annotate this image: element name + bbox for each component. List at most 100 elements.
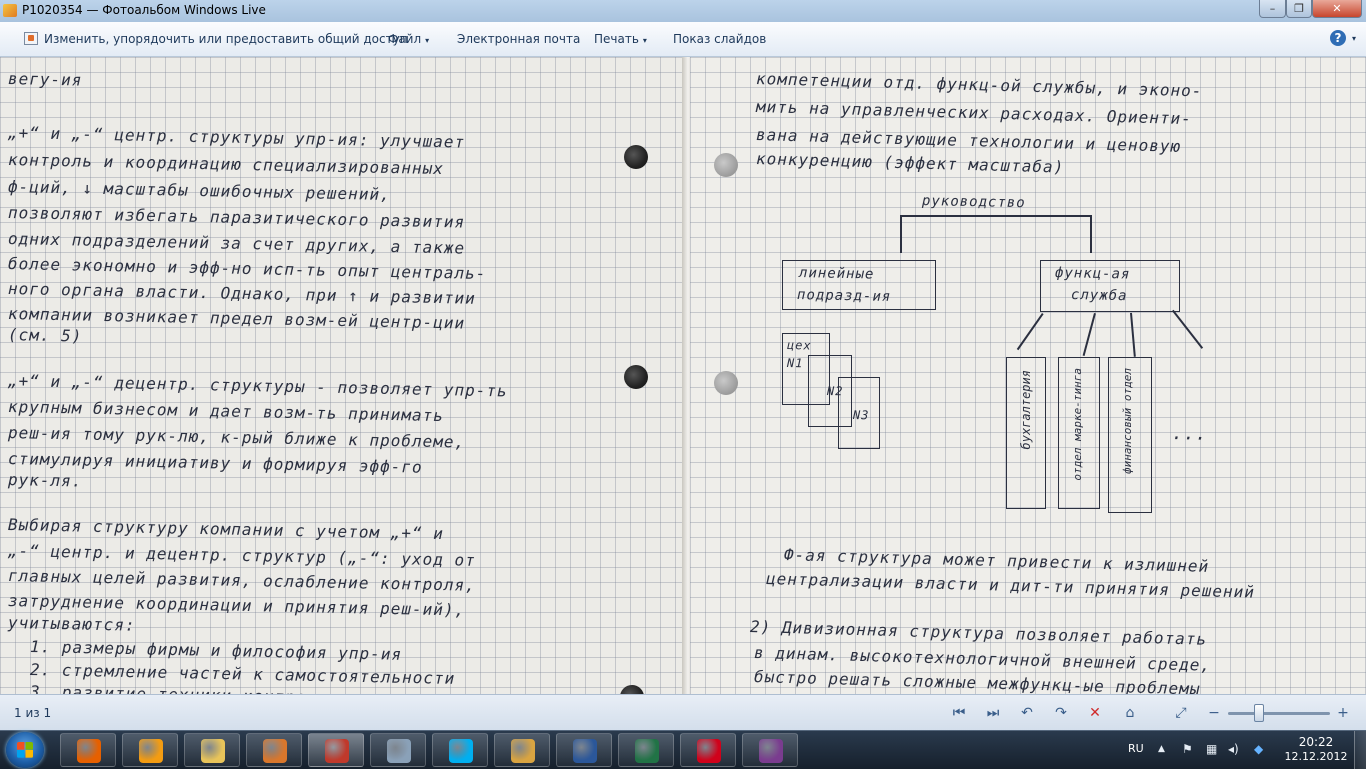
diagram-ellipsis: ...: [1171, 423, 1208, 445]
chevron-down-icon: ▾: [425, 36, 430, 45]
binder-hole: [624, 145, 648, 169]
language-indicator[interactable]: RU: [1128, 742, 1144, 755]
department-column: отдел марке-тинга: [1058, 357, 1100, 509]
taskbar-app-skype[interactable]: [432, 733, 488, 767]
zoom-slider-track[interactable]: [1228, 712, 1330, 715]
handwritten-line: реш-ия тому рук-лю, к-рый ближе к пробле…: [7, 423, 466, 452]
word-icon: [573, 739, 597, 763]
winrar-icon: [759, 739, 783, 763]
zoom-in-icon[interactable]: +: [1334, 704, 1352, 722]
diagram-arrow: [1016, 313, 1044, 350]
diagram-arrow: [1172, 310, 1203, 349]
webcam-app-icon: [387, 739, 411, 763]
clock-date[interactable]: 12.12.2012: [1284, 750, 1348, 763]
file-menu[interactable]: Файл ▾: [388, 32, 429, 46]
chevron-down-icon[interactable]: ▾: [1352, 34, 1356, 43]
help-icon[interactable]: ?: [1330, 30, 1346, 46]
taskbar-app-excel[interactable]: [618, 733, 674, 767]
diagram-arrow: [1082, 313, 1096, 356]
print-menu-label: Печать: [594, 32, 639, 46]
share-button[interactable]: Изменить, упорядочить или предоставить о…: [44, 32, 408, 46]
box-label: N3: [852, 408, 870, 423]
taskbar-app-file-explorer[interactable]: [184, 733, 240, 767]
command-bar: Изменить, упорядочить или предоставить о…: [0, 22, 1366, 57]
taskbar-app-webcam-app[interactable]: [370, 733, 426, 767]
minimize-button[interactable]: –: [1259, 0, 1286, 18]
box-label: линейные: [798, 265, 875, 283]
help-app-icon: [139, 739, 163, 763]
show-hidden-icons[interactable]: ▲: [1158, 744, 1165, 754]
file-menu-label: Файл: [388, 32, 422, 46]
show-desktop-button[interactable]: [1354, 731, 1366, 769]
skype-icon: [449, 739, 473, 763]
volume-icon[interactable]: ◂): [1228, 742, 1239, 756]
handwritten-line: 1. размеры фирмы и философия упр-ия: [29, 637, 403, 664]
diagram-top-label: руководство: [921, 193, 1026, 212]
next-icon[interactable]: ⏭: [984, 704, 1002, 722]
zoom-slider-thumb[interactable]: [1253, 704, 1264, 722]
close-button[interactable]: ✕: [1312, 0, 1362, 18]
functional-service-box: функц-ая служба: [1040, 260, 1180, 312]
department-label: финансовый отдел: [1121, 368, 1134, 474]
notebook-page-left: вегу-ия „+“ и „-“ центр. структуры упр-и…: [0, 57, 684, 694]
handwritten-line: позволяют избегать паразитического разви…: [7, 203, 466, 232]
rotate-left-icon[interactable]: ↶: [1018, 704, 1036, 722]
clock-time[interactable]: 20:22: [1294, 735, 1338, 749]
notebook-page-right: компетенции отд. функц-ой службы, и экон…: [690, 57, 1366, 694]
edit-share-icon: [24, 32, 38, 45]
photo-gallery-icon: [325, 739, 349, 763]
handwritten-line: учитываются:: [7, 613, 136, 635]
department-column: финансовый отдел: [1108, 357, 1152, 513]
viewer-toolbar: 1 из 1 ⏮ ⏭ ↶ ↷ ✕ ⌂ ⤢ − +: [0, 694, 1366, 731]
workshop-box: N3: [838, 377, 880, 449]
box-label: функц-ая: [1054, 265, 1131, 283]
handwritten-line: главных целей развития, ослабление контр…: [7, 566, 476, 595]
taskbar-app-word[interactable]: [556, 733, 612, 767]
taskbar-app-firefox[interactable]: [60, 733, 116, 767]
start-button[interactable]: [6, 732, 44, 768]
media-player-icon: [263, 739, 287, 763]
box-label: служба: [1070, 287, 1128, 305]
action-center-flag-icon[interactable]: ⚑: [1182, 742, 1193, 756]
diagram-connector: [900, 215, 1090, 217]
zoom-out-icon[interactable]: −: [1205, 704, 1223, 722]
taskbar-app-media-player[interactable]: [246, 733, 302, 767]
taskbar-app-media-center[interactable]: [494, 733, 550, 767]
previous-icon[interactable]: ⏮: [950, 704, 968, 722]
handwritten-line: одних подразделений за счет других, а та…: [7, 229, 466, 258]
photo-gallery-icon: [3, 4, 17, 17]
taskbar-app-winrar[interactable]: [742, 733, 798, 767]
taskbar-app-help-app[interactable]: [122, 733, 178, 767]
media-center-icon: [511, 739, 535, 763]
delete-icon[interactable]: ✕: [1086, 704, 1104, 722]
email-button[interactable]: Электронная почта: [457, 32, 580, 46]
line-divisions-box: линейные подразд-ия: [782, 260, 936, 310]
network-icon[interactable]: ▦: [1206, 742, 1217, 756]
dropbox-icon[interactable]: ◆: [1254, 742, 1263, 756]
diagram-arrow: [1130, 312, 1136, 357]
taskbar-app-red-app[interactable]: [680, 733, 736, 767]
photo-viewer[interactable]: вегу-ия „+“ и „-“ центр. структуры упр-и…: [0, 57, 1366, 694]
handwritten-line: „+“ и „-“ децентр. структуры - позволяет…: [7, 371, 508, 401]
department-column: бухгалтерия: [1006, 357, 1046, 509]
fix-photo-icon[interactable]: ⌂: [1121, 704, 1139, 722]
print-menu[interactable]: Печать ▾: [594, 32, 647, 46]
maximize-button[interactable]: ❐: [1286, 0, 1312, 18]
handwritten-line: крупным бизнесом и дает возм-ть принимат…: [7, 397, 445, 426]
diagram-connector: [1090, 215, 1092, 253]
slideshow-button[interactable]: Показ слайдов: [673, 32, 766, 46]
taskbar-app-photo-gallery[interactable]: [308, 733, 364, 767]
handwritten-line: ф-ций, ↓ масштабы ошибочных решений,: [7, 177, 391, 205]
handwritten-line: конкуренцию (эффект масштаба): [755, 149, 1065, 177]
page-counter: 1 из 1: [14, 706, 52, 720]
rotate-right-icon[interactable]: ↷: [1052, 704, 1070, 722]
handwritten-line: (см. 5): [7, 325, 83, 346]
window-title: P1020354 — Фотоальбом Windows Live: [22, 3, 266, 17]
taskbar: RU ▲ ⚑ ▦ ◂) ◆ 20:22 12.12.2012: [0, 730, 1366, 769]
fit-to-window-icon[interactable]: ⤢: [1172, 704, 1190, 722]
box-label: N1: [786, 356, 804, 371]
title-bar: P1020354 — Фотоальбом Windows Live – ❐ ✕: [0, 0, 1366, 23]
handwritten-line: контроль и координацию специализированны…: [7, 150, 445, 179]
handwritten-line: „+“ и „-“ центр. структуры упр-ия: улучш…: [7, 123, 466, 152]
red-app-icon: [697, 739, 721, 763]
